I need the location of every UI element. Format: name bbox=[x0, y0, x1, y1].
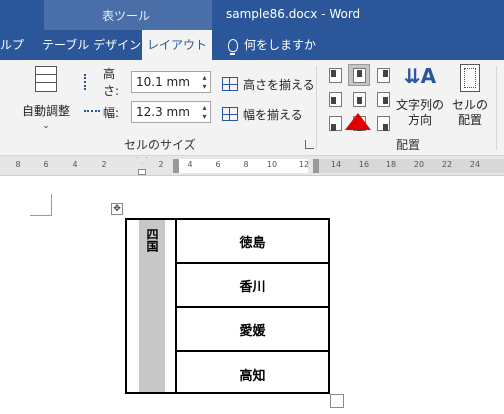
column-marker[interactable] bbox=[173, 159, 179, 173]
distribute-rows-button[interactable]: 高さを揃える bbox=[222, 74, 315, 94]
column-width-icon bbox=[84, 110, 100, 120]
ruler-tick-label: 20 bbox=[413, 160, 425, 169]
row-height-control: 高さ: 10.1 mm ▴ ▾ bbox=[84, 67, 211, 98]
alignment-group-label: 配置 bbox=[396, 138, 421, 152]
align-top-right-button[interactable] bbox=[372, 64, 394, 86]
column-width-label: 幅: bbox=[103, 105, 120, 120]
group-divider bbox=[496, 66, 497, 150]
ruler-tick-label: 2 bbox=[101, 160, 107, 169]
align-middle-left-button[interactable] bbox=[324, 88, 346, 110]
distribute-columns-icon bbox=[222, 107, 238, 121]
align-middle-right-button[interactable] bbox=[372, 88, 394, 110]
vertical-header-cell[interactable]: 四国 bbox=[127, 220, 177, 392]
text-direction-label-2: 方向 bbox=[407, 113, 432, 127]
ruler-tick-label: 6 bbox=[43, 160, 49, 169]
tab-layout[interactable]: レイアウト bbox=[142, 30, 212, 60]
chevron-down-icon: ⌄ bbox=[42, 121, 50, 131]
table-cell[interactable]: 徳島 bbox=[177, 220, 328, 264]
ruler-tick-label: 10 bbox=[266, 160, 278, 169]
tab-help[interactable]: ルプ bbox=[0, 30, 24, 60]
ruler-tick-label: 12 bbox=[298, 160, 310, 169]
ruler-tick-label: 4 bbox=[72, 160, 78, 169]
lightbulb-icon bbox=[228, 38, 238, 55]
align-bottom-left-button[interactable] bbox=[324, 112, 346, 134]
cell-margins-icon bbox=[460, 64, 480, 92]
horizontal-ruler[interactable]: 8 6 4 2 2 4 6 8 10 12 14 16 18 20 22 24 bbox=[0, 156, 504, 176]
text-direction-label-1: 文字列の bbox=[396, 98, 445, 112]
cell-size-group-label: セルのサイズ bbox=[124, 138, 196, 152]
indent-marker-icon[interactable] bbox=[137, 157, 147, 175]
column-width-value[interactable]: 12.3 mm bbox=[132, 105, 199, 119]
align-top-center-button[interactable] bbox=[348, 64, 370, 86]
ruler-tick-label: 22 bbox=[441, 160, 453, 169]
text-direction-icon: ⇊A bbox=[403, 64, 437, 88]
table-cell[interactable]: 愛媛 bbox=[177, 308, 328, 352]
autofit-button[interactable]: 自動調整 ⌄ bbox=[18, 66, 74, 136]
ruler-tick-label: 16 bbox=[358, 160, 370, 169]
autofit-table-icon bbox=[35, 66, 57, 92]
ribbon-layout-panel: 自動調整 ⌄ 高さ: 10.1 mm ▴ ▾ 幅: 12.3 mm ▴ ▾ 高さを揃… bbox=[0, 60, 504, 156]
distribute-rows-icon bbox=[222, 77, 238, 91]
ruler-tick-label: 8 bbox=[243, 160, 249, 169]
cell-margins-label-2: 配置 bbox=[457, 113, 482, 127]
table-resize-handle-icon[interactable] bbox=[330, 394, 344, 408]
title-bar: 表ツール sample86.docx - Word bbox=[0, 0, 504, 30]
column-width-control: 幅: 12.3 mm ▴ ▾ bbox=[84, 101, 211, 123]
group-divider bbox=[316, 66, 317, 150]
distribute-columns-button[interactable]: 幅を揃える bbox=[222, 104, 303, 124]
ruler-tick-label: 2 bbox=[158, 160, 164, 169]
tell-me-search[interactable]: 何をしますか bbox=[228, 30, 316, 60]
spin-arrows-icon[interactable]: ▴ ▾ bbox=[199, 102, 210, 122]
cell-margins-button[interactable]: セルの 配置 bbox=[450, 64, 490, 128]
table-cell[interactable]: 高知 bbox=[177, 352, 328, 396]
column-marker[interactable] bbox=[313, 159, 319, 173]
distribute-columns-label: 幅を揃える bbox=[243, 107, 303, 122]
cell-margins-label-1: セルの bbox=[451, 98, 488, 112]
tell-me-label: 何をしますか bbox=[244, 38, 317, 52]
ruler-tick-label: 18 bbox=[385, 160, 397, 169]
table-tools-context-header: 表ツール bbox=[44, 0, 212, 30]
align-top-left-button[interactable] bbox=[324, 64, 346, 86]
document-page[interactable]: ✥ 四国 徳島 香川 愛媛 高知 bbox=[0, 177, 504, 414]
autofit-label: 自動調整 bbox=[21, 104, 70, 118]
row-height-label: 高さ: bbox=[103, 67, 120, 98]
spin-arrows-icon[interactable]: ▴ ▾ bbox=[199, 72, 210, 92]
dialog-launcher-icon[interactable] bbox=[305, 140, 314, 149]
table-move-handle-icon[interactable]: ✥ bbox=[111, 203, 123, 215]
document-title: sample86.docx - Word bbox=[226, 7, 361, 21]
ruler-tick-label: 8 bbox=[15, 160, 21, 169]
row-height-icon bbox=[84, 74, 100, 90]
table[interactable]: 四国 徳島 香川 愛媛 高知 bbox=[125, 218, 330, 394]
ruler-tick-label: 14 bbox=[330, 160, 342, 169]
red-arrow-annotation bbox=[345, 113, 371, 130]
vertical-header-text: 四国 bbox=[145, 228, 159, 252]
tab-table-design[interactable]: テーブル デザイン bbox=[42, 30, 141, 60]
ribbon-tabs: ルプ テーブル デザイン レイアウト 何をしますか bbox=[0, 30, 504, 60]
text-direction-button[interactable]: ⇊A 文字列の 方向 bbox=[396, 64, 444, 128]
margin-corner-mark bbox=[30, 194, 52, 216]
row-height-stepper[interactable]: 10.1 mm ▴ ▾ bbox=[131, 71, 211, 93]
row-height-value[interactable]: 10.1 mm bbox=[132, 75, 199, 89]
ruler-tick-label: 24 bbox=[469, 160, 481, 169]
table-cell[interactable]: 香川 bbox=[177, 264, 328, 308]
distribute-rows-label: 高さを揃える bbox=[243, 77, 315, 92]
align-middle-center-button[interactable] bbox=[348, 88, 370, 110]
ruler-tick-label: 6 bbox=[215, 160, 221, 169]
ruler-tick-label: 4 bbox=[187, 160, 193, 169]
align-bottom-right-button[interactable] bbox=[372, 112, 394, 134]
context-tab-label: 表ツール bbox=[102, 9, 151, 23]
column-width-stepper[interactable]: 12.3 mm ▴ ▾ bbox=[131, 101, 211, 123]
